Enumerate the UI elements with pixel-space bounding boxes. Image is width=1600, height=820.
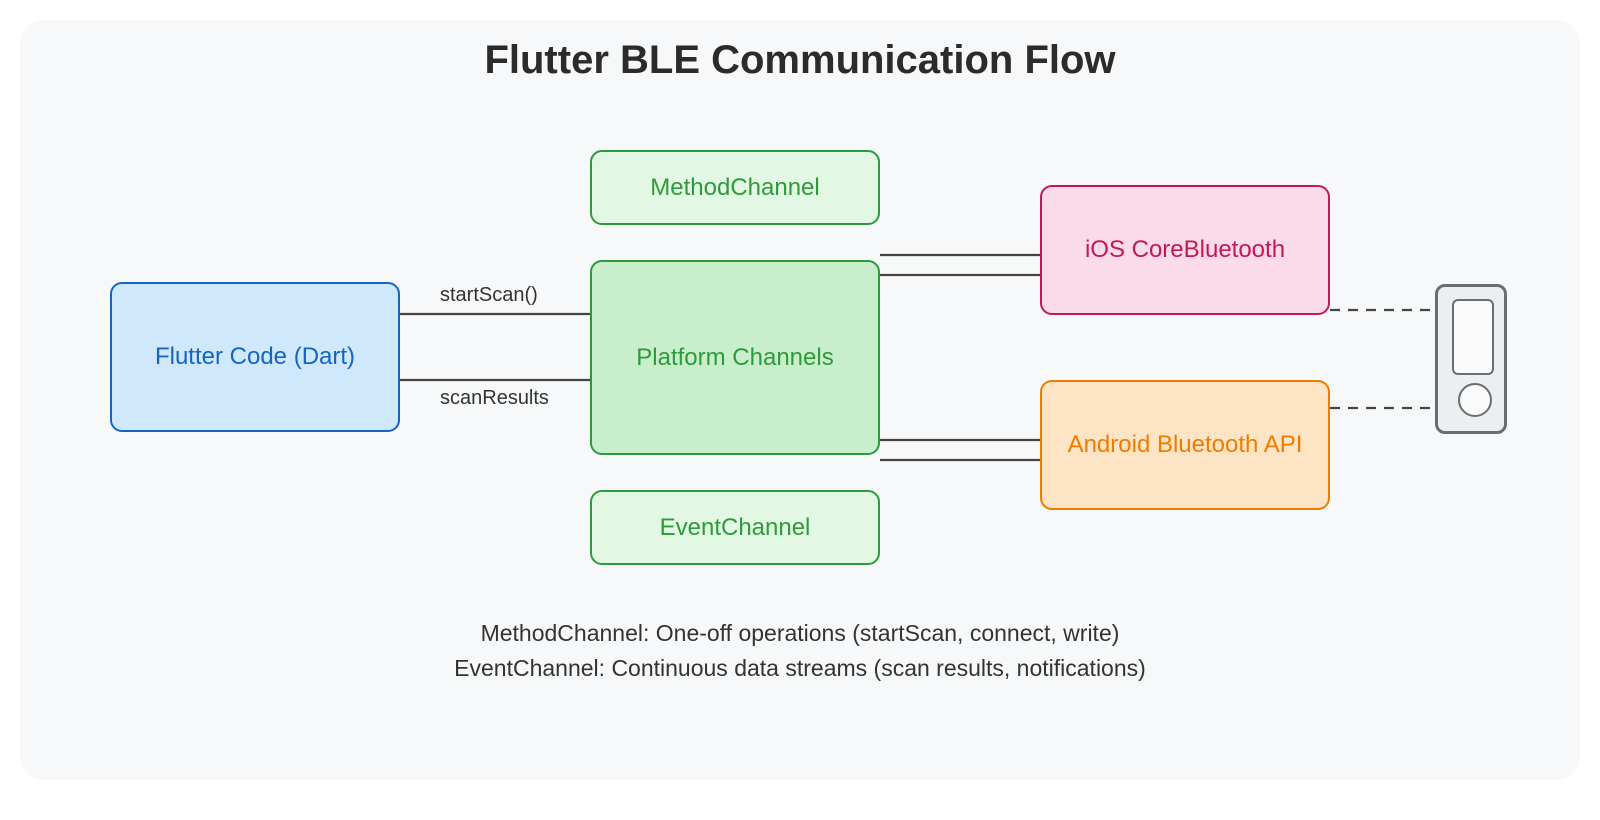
edge-label-scan-results: scanResults [440,387,549,410]
node-android-bluetooth-api: Android Bluetooth API [1040,380,1330,510]
diagram-canvas: Flutter BLE Communication Flow device (d… [20,20,1580,780]
node-ios-corebluetooth: iOS CoreBluetooth [1040,185,1330,315]
diagram-title: Flutter BLE Communication Flow [20,38,1580,83]
caption-method-channel: MethodChannel: One-off operations (start… [20,620,1580,647]
ble-device-icon [1435,284,1507,434]
node-platform-channels: Platform Channels [590,260,880,455]
node-method-channel: MethodChannel [590,150,880,225]
node-flutter-code: Flutter Code (Dart) [110,282,400,432]
caption-event-channel: EventChannel: Continuous data streams (s… [20,655,1580,682]
node-event-channel: EventChannel [590,490,880,565]
edge-label-start-scan: startScan() [440,284,538,307]
